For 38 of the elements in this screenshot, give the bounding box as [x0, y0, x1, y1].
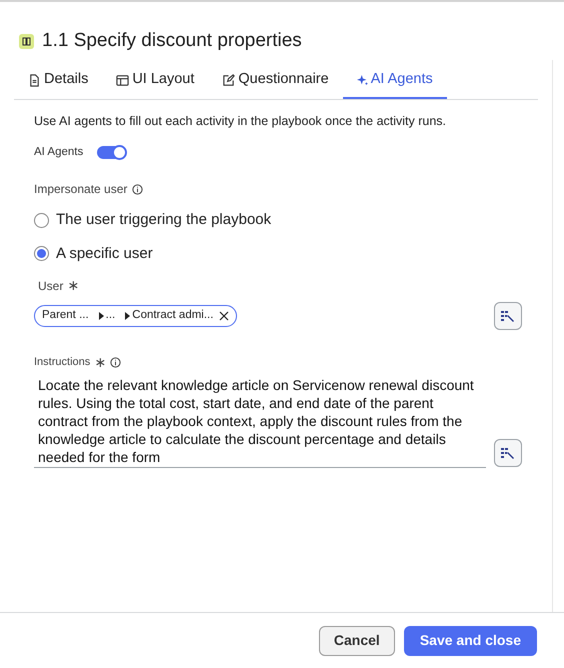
tab[interactable]: Details — [14, 69, 102, 99]
toggle-switch[interactable] — [97, 146, 126, 159]
caret-icon — [98, 312, 104, 320]
book-icon — [19, 34, 34, 48]
edit-icon — [222, 74, 236, 87]
cancel-button[interactable]: Cancel — [318, 626, 395, 656]
radio-label: The user triggering the playbook — [56, 210, 272, 230]
info-icon — [110, 357, 122, 368]
info-icon — [132, 184, 144, 194]
sparkle-icon — [356, 74, 368, 86]
tab[interactable]: Questionnaire — [208, 69, 343, 99]
close-icon[interactable] — [219, 311, 230, 321]
user-chip[interactable]: Parent ... ... Contract admi... — [34, 305, 238, 327]
caret-icon — [125, 312, 130, 320]
radio-button[interactable] — [34, 212, 49, 228]
tab[interactable]: UI Layout — [102, 69, 208, 99]
instructions-field[interactable]: Locate the relevant knowledge article on Servicenow renewal discount rules. Using the total cost, start date, and end date of the parent contract from the playbook context, apply the discount rules from the knowledge article to calculate the discount percentage and details needed for the form — [34, 376, 486, 468]
radio-button[interactable] — [34, 246, 49, 262]
picker-button[interactable] — [494, 302, 522, 330]
description-text: Use AI agents to fill out each activity in the playbook once the activity runs. — [34, 113, 448, 130]
required-mark: ∗ — [67, 276, 80, 295]
field-label: Impersonate user — [34, 181, 128, 198]
path-label: Parent ... — [42, 308, 89, 324]
toggle-label: AI Agents — [34, 144, 84, 160]
path-label: Contract admi... — [132, 308, 214, 324]
required-mark: ∗ — [94, 353, 106, 372]
tab[interactable]: AI Agents — [342, 69, 447, 99]
picker-icon — [501, 447, 515, 459]
dialog-title: 1.1 Specify discount properties — [42, 28, 302, 53]
field-label: User — [38, 278, 64, 294]
field-label: Instructions — [34, 355, 90, 370]
window-icon — [116, 74, 130, 87]
path-label: ... — [106, 308, 116, 324]
document-icon — [28, 74, 41, 87]
picker-button[interactable] — [494, 439, 522, 467]
save-button[interactable]: Save and close — [404, 626, 537, 656]
picker-icon — [501, 310, 515, 322]
radio-label: A specific user — [56, 244, 153, 264]
